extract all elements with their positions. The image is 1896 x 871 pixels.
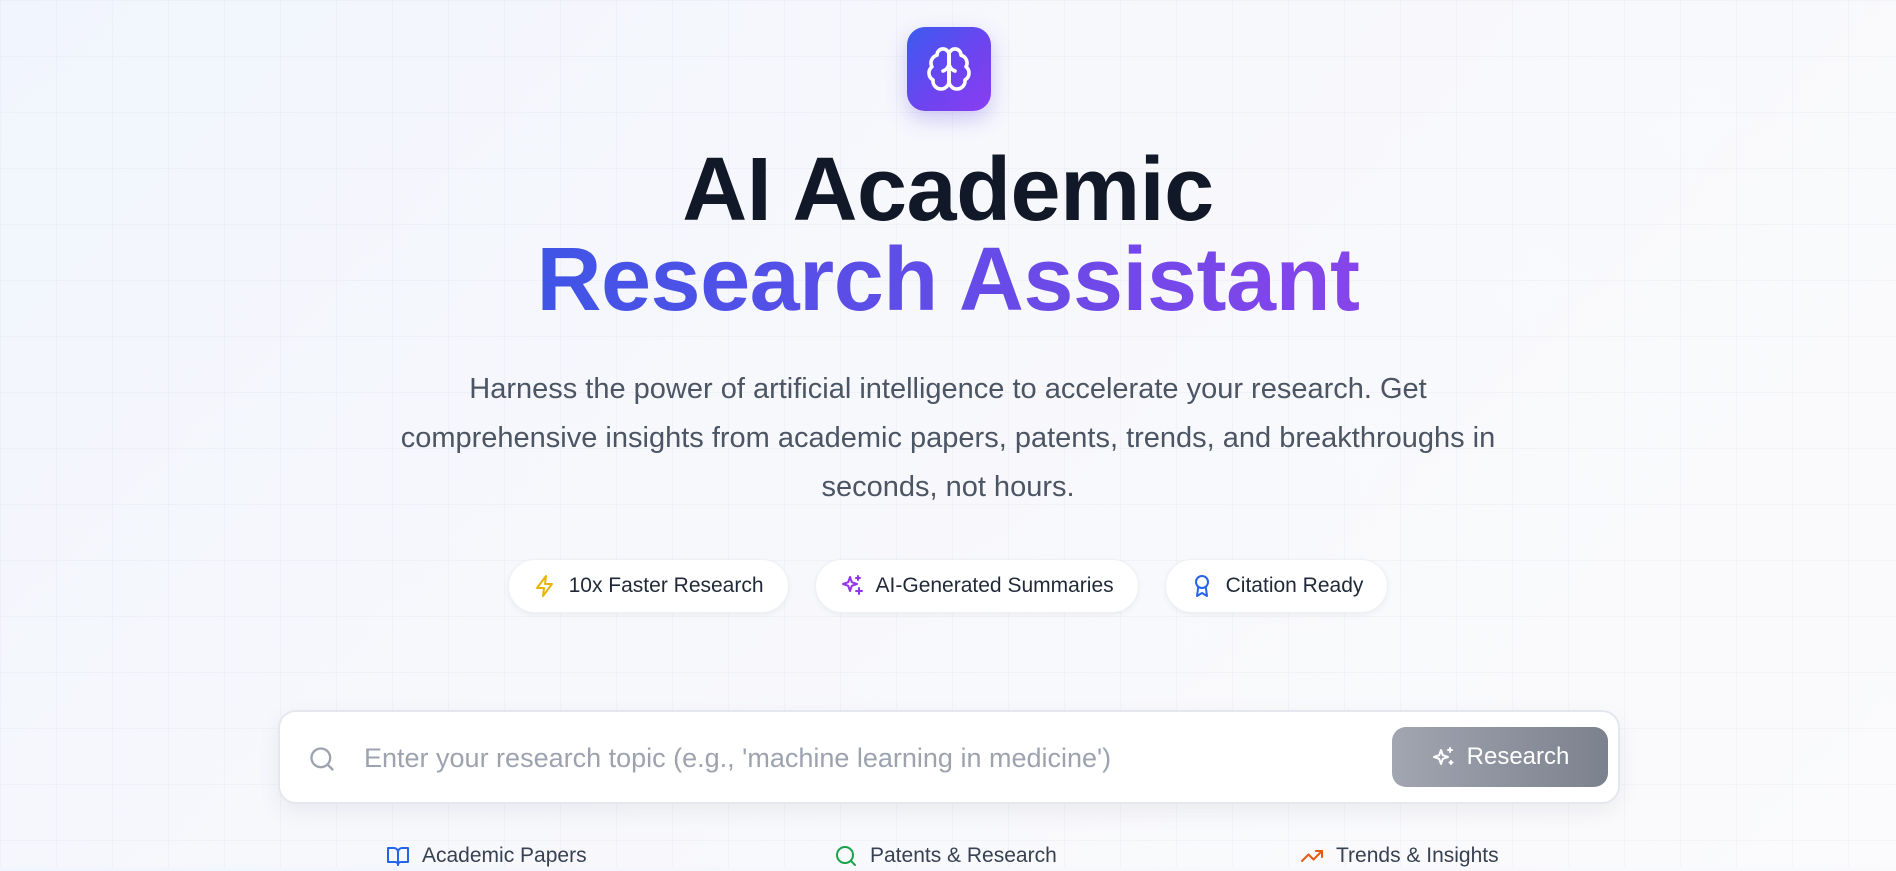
sparkles-icon [841,575,863,595]
research-topic-input[interactable] [362,730,1366,786]
feature-label: AI-Generated Summaries [875,574,1114,597]
hero-subtitle: Harness the power of artificial intellig… [400,373,1496,503]
feature-pill-faster: 10x Faster Research [507,559,789,613]
feature-pills: 10x Faster Research AI-Generated Summari… [0,559,1896,613]
lightning-icon [535,575,553,597]
search-box: Research [278,710,1620,804]
feature-pill-summaries: AI-Generated Summaries [814,559,1139,613]
trending-up-icon [1301,850,1323,862]
search-icon [836,846,856,866]
book-icon [387,847,409,866]
feature-pill-citation: Citation Ready [1164,559,1389,613]
hero-title-line1: AI Academic [682,140,1214,240]
hero-title-gradient-text: Research Assistant [536,230,1360,330]
research-button[interactable]: Research [1392,727,1608,787]
search-icon [310,747,334,771]
award-icon [1194,575,1209,597]
research-button-label: Research [1466,743,1570,770]
sparkles-icon [1432,747,1454,765]
brain-logo [907,27,991,111]
brain-icon [927,47,971,91]
feature-label: 10x Faster Research [568,574,764,597]
hero-title-line2: Research Assistant [0,230,1896,330]
feature-label: Citation Ready [1225,574,1364,597]
